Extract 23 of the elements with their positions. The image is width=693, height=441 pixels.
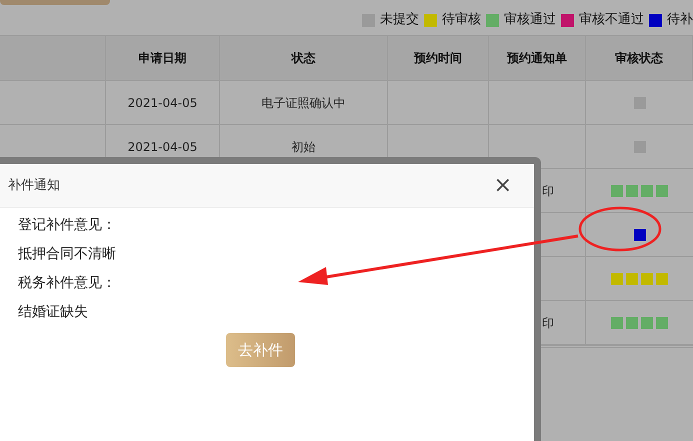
dialog-text: 登记补件意见： (18, 216, 117, 235)
dialog-text: 抵押合同不清晰 (18, 245, 117, 264)
dialog-title: 补件通知 (8, 176, 60, 195)
column-header: 状态 (292, 50, 316, 67)
dialog-text: 税务补件意见： (18, 274, 117, 293)
column-header: 预约通知单 (507, 50, 567, 67)
dialog-text: 结婚证缺失 (18, 303, 89, 322)
table-cell-text: 电子证照确认中 (262, 94, 346, 112)
table-cell-text: 2021-04-05 (128, 138, 198, 156)
legend-label: 待补 (667, 11, 693, 30)
legend-label: 待审核 (442, 11, 481, 30)
table-cell-text: 印 (542, 182, 554, 200)
legend-label: 审核不通过 (579, 11, 644, 30)
column-header: 预约时间 (414, 50, 462, 67)
table-cell-text: 印 (542, 314, 554, 332)
table-cell-text: 初始 (292, 138, 316, 156)
legend-label: 未提交 (380, 11, 419, 30)
close-button[interactable]: × (494, 174, 512, 196)
column-header: 申请日期 (138, 50, 186, 67)
top-button[interactable] (0, 0, 110, 5)
column-header: 审核状态 (615, 50, 663, 67)
legend-label: 审核通过 (504, 11, 556, 30)
table-cell-text: 2021-04-05 (128, 94, 198, 112)
